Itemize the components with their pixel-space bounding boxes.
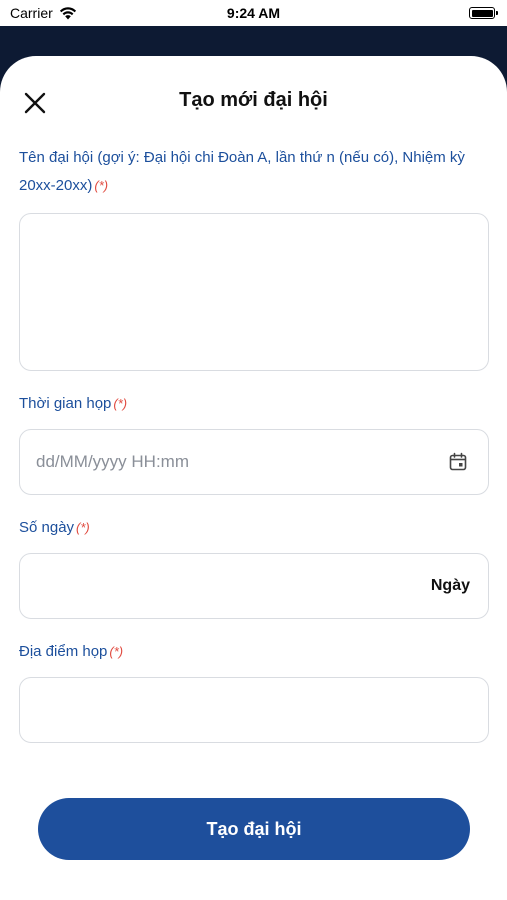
meeting-time-input[interactable]: dd/MM/yyyy HH:mm [19,429,489,495]
calendar-icon[interactable] [448,452,468,472]
wifi-icon [59,6,76,19]
status-left: Carrier [10,5,77,21]
required-mark: (*) [94,178,109,193]
carrier-label: Carrier [10,5,53,21]
sheet-header: Tạo mới đại hội [0,56,507,146]
location-label-text: Địa điểm họp [19,643,108,660]
meeting-time-label-text: Thời gian họp [19,395,112,412]
days-unit: Ngày [430,577,470,594]
days-label-text: Số ngày [19,519,75,536]
days-input[interactable]: Ngày [19,553,489,619]
page-title: Tạo mới đại hội [179,89,328,111]
location-label: Địa điểm họp (*) [19,638,488,666]
meeting-time-label: Thời gian họp (*) [19,390,488,418]
required-mark: (*) [113,396,128,411]
status-bar: Carrier 9:24 AM [0,0,507,26]
location-input[interactable] [19,677,489,743]
required-mark: (*) [109,644,124,659]
battery-icon [469,7,498,19]
congress-name-input[interactable] [19,213,489,371]
meeting-time-placeholder: dd/MM/yyyy HH:mm [36,452,189,471]
congress-name-label-text: Tên đại hội (gợi ý: Đại hội chi Đoàn A, … [19,149,465,194]
required-mark: (*) [76,520,90,535]
congress-name-label: Tên đại hội (gợi ý: Đại hội chi Đoàn A, … [19,144,488,200]
create-congress-sheet: Tạo mới đại hội Tên đại hội (gợi ý: Đại … [0,56,507,900]
days-label: Số ngày (*) [19,514,488,542]
create-congress-button[interactable]: Tạo đại hội [38,798,470,860]
